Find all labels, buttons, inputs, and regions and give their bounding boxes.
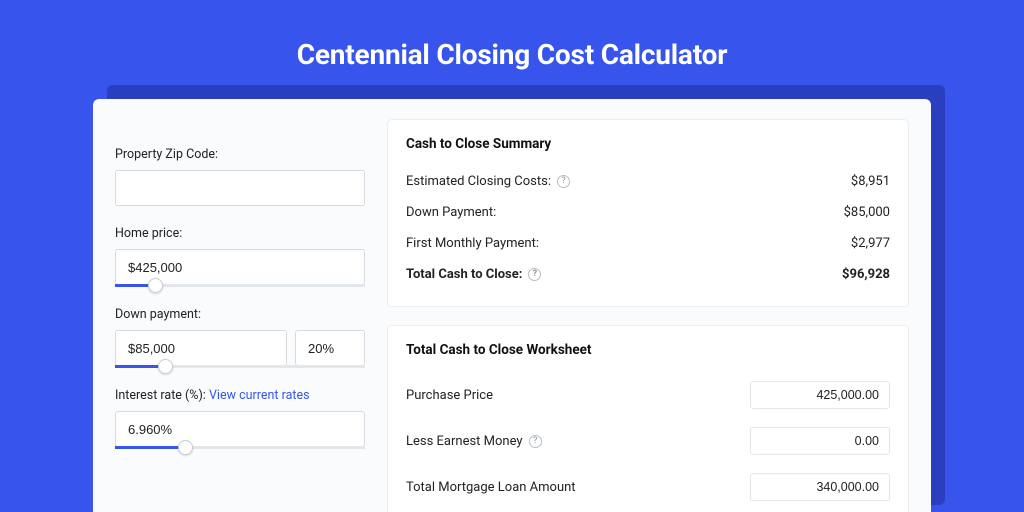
down-payment-pct-input[interactable]: [295, 330, 365, 366]
input-column: Property Zip Code: Home price: Down paym…: [115, 119, 365, 499]
slider-thumb[interactable]: [178, 440, 193, 455]
worksheet-row-mortgage-amount: Total Mortgage Loan Amount: [406, 464, 890, 510]
worksheet-label: Purchase Price: [406, 388, 493, 403]
worksheet-input-mortgage-amount[interactable]: [750, 473, 890, 501]
results-column: Cash to Close Summary Estimated Closing …: [387, 119, 909, 499]
zip-input[interactable]: [115, 170, 365, 206]
down-payment-field-group: Down payment:: [115, 307, 365, 368]
calculator-container: Property Zip Code: Home price: Down paym…: [93, 99, 931, 512]
slider-fill: [115, 446, 185, 449]
interest-label-row: Interest rate (%): View current rates: [115, 388, 365, 403]
worksheet-row-purchase-price: Purchase Price: [406, 372, 890, 418]
view-rates-link[interactable]: View current rates: [209, 388, 310, 403]
summary-label: Estimated Closing Costs:: [406, 174, 551, 189]
summary-title: Cash to Close Summary: [406, 136, 890, 152]
worksheet-label: Less Earnest Money: [406, 434, 523, 449]
summary-label: Down Payment:: [406, 205, 496, 220]
down-payment-slider-wrap: [115, 330, 365, 368]
slider-thumb[interactable]: [148, 278, 163, 293]
worksheet-title: Total Cash to Close Worksheet: [406, 342, 890, 358]
summary-label: Total Cash to Close:: [406, 267, 522, 282]
home-price-label: Home price:: [115, 226, 365, 241]
summary-label: First Monthly Payment:: [406, 236, 539, 251]
summary-row-first-payment: First Monthly Payment: $2,977: [406, 228, 890, 259]
summary-value: $96,928: [842, 267, 890, 282]
help-icon[interactable]: ?: [557, 175, 570, 188]
interest-field-group: Interest rate (%): View current rates: [115, 388, 365, 449]
help-icon[interactable]: ?: [529, 435, 542, 448]
worksheet-label: Total Mortgage Loan Amount: [406, 480, 576, 495]
summary-row-total: Total Cash to Close: ? $96,928: [406, 259, 890, 290]
worksheet-panel: Total Cash to Close Worksheet Purchase P…: [387, 325, 909, 512]
summary-row-down-payment: Down Payment: $85,000: [406, 197, 890, 228]
home-price-slider[interactable]: [115, 284, 365, 287]
down-payment-input[interactable]: [115, 330, 287, 366]
summary-value: $2,977: [851, 236, 890, 251]
summary-value: $8,951: [851, 174, 890, 189]
zip-field-group: Property Zip Code:: [115, 147, 365, 206]
home-price-field-group: Home price:: [115, 226, 365, 287]
summary-value: $85,000: [844, 205, 890, 220]
worksheet-input-earnest-money[interactable]: [750, 427, 890, 455]
page-title: Centennial Closing Cost Calculator: [297, 38, 728, 71]
zip-label: Property Zip Code:: [115, 147, 365, 162]
down-payment-label: Down payment:: [115, 307, 365, 322]
interest-slider-wrap: [115, 411, 365, 449]
help-icon[interactable]: ?: [528, 268, 541, 281]
home-price-slider-wrap: [115, 249, 365, 287]
interest-slider[interactable]: [115, 446, 365, 449]
summary-row-closing-costs: Estimated Closing Costs: ? $8,951: [406, 166, 890, 197]
worksheet-input-purchase-price[interactable]: [750, 381, 890, 409]
worksheet-row-earnest-money: Less Earnest Money ?: [406, 418, 890, 464]
down-payment-slider[interactable]: [115, 365, 365, 368]
interest-input[interactable]: [115, 411, 365, 447]
slider-thumb[interactable]: [158, 359, 173, 374]
calculator-card: Property Zip Code: Home price: Down paym…: [93, 99, 931, 512]
interest-label: Interest rate (%):: [115, 388, 206, 403]
summary-panel: Cash to Close Summary Estimated Closing …: [387, 119, 909, 307]
